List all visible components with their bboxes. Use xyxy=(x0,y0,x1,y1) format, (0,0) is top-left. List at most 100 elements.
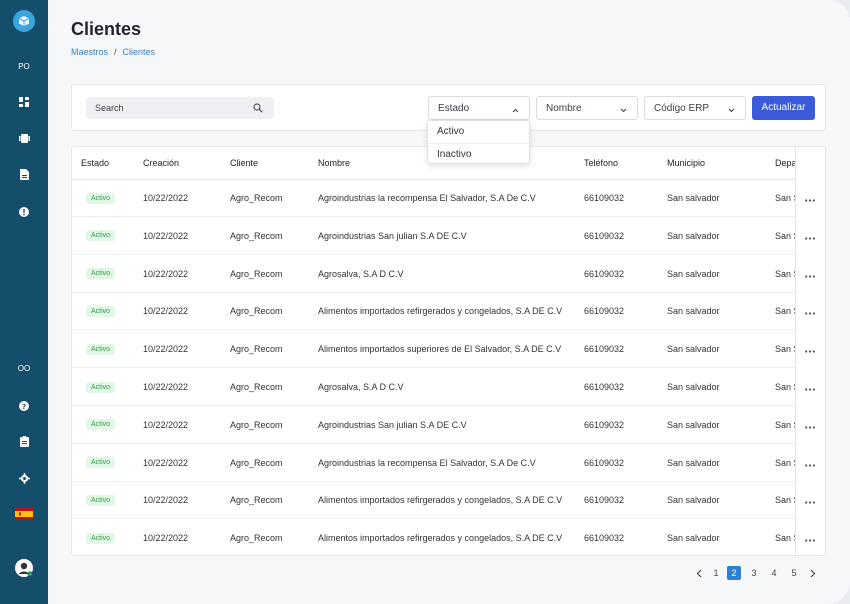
estado-option-inactivo[interactable]: Inactivo xyxy=(428,143,529,165)
cell-telefono: 66109032 xyxy=(584,457,625,468)
document-icon[interactable] xyxy=(0,167,48,181)
gear-icon[interactable] xyxy=(0,471,48,485)
more-actions-icon[interactable] xyxy=(805,192,815,204)
cell-nombre: Alimentos importados refirgerados y cong… xyxy=(318,306,563,317)
app-frame: PO OO ? Clientes Maestros / Clientes Sea… xyxy=(0,0,850,604)
status-badge: Activo xyxy=(86,192,116,204)
more-actions-icon[interactable] xyxy=(805,268,815,280)
cell-creacion: 10/22/2022 xyxy=(143,419,189,430)
cell-nombre: Alimentos importados refirgerados y cong… xyxy=(318,533,563,544)
column-header-nombre[interactable]: Nombre xyxy=(318,147,350,179)
cell-nombre: Agroindustrias San julian S.A DE C.V xyxy=(318,230,467,241)
page-title: Clientes xyxy=(71,19,142,39)
chevron-down-icon xyxy=(620,105,627,116)
cell-creacion: 10/22/2022 xyxy=(143,495,189,506)
more-actions-icon[interactable] xyxy=(805,381,815,393)
dashboard-icon[interactable] xyxy=(0,95,48,109)
help-icon[interactable]: ? xyxy=(0,399,48,413)
cell-municipio: San salvador xyxy=(667,268,720,279)
search-placeholder: Search xyxy=(95,103,124,113)
page-5[interactable]: 5 xyxy=(787,566,801,580)
cell-municipio: San salvador xyxy=(667,419,720,430)
alert-icon[interactable] xyxy=(0,205,48,219)
cell-cliente: Agro_Recom xyxy=(230,306,283,317)
codigo-erp-dropdown[interactable]: Código ERP xyxy=(644,96,746,120)
cell-municipio: San salvador xyxy=(667,306,720,317)
app-logo[interactable] xyxy=(13,10,35,32)
card-icon[interactable] xyxy=(0,131,48,145)
table-row[interactable]: Activo 10/22/2022 Agro_Recom Alimentos impo… xyxy=(72,331,825,369)
cell-cliente: Agro_Recom xyxy=(230,419,283,430)
table-row[interactable]: Activo 10/22/2022 Agro_Recom Agroindustrias… xyxy=(72,407,825,444)
status-badge: Activo xyxy=(86,305,116,317)
cell-estado: Activo xyxy=(86,293,116,329)
table-row[interactable]: Activo 10/22/2022 Agro_Recom Alimentos impo… xyxy=(72,482,825,520)
more-actions-icon[interactable] xyxy=(805,305,815,317)
cell-departamento: San S xyxy=(775,193,795,203)
cell-municipio: San salvador xyxy=(667,533,720,544)
table-row[interactable]: Activo 10/22/2022 Agro_Recom Alimentos impo… xyxy=(72,293,825,331)
page-1[interactable]: 1 xyxy=(709,566,723,580)
sidebar-label-bottom[interactable]: OO xyxy=(0,362,48,374)
breadcrumb-item-maestros[interactable]: Maestros xyxy=(71,47,108,57)
table-row[interactable]: Activo 10/22/2022 Agro_Recom Alimentos impo… xyxy=(72,520,825,555)
svg-text:?: ? xyxy=(22,403,26,411)
cell-nombre: Agrosalva, S.A D C.V xyxy=(318,382,404,392)
column-header-departamento[interactable]: Depa xyxy=(775,147,795,179)
prev-page-icon[interactable] xyxy=(692,566,706,580)
page-4[interactable]: 4 xyxy=(767,566,781,580)
search-icon[interactable] xyxy=(253,103,263,115)
more-actions-icon[interactable] xyxy=(805,343,815,355)
estado-dropdown[interactable]: Estado xyxy=(428,96,530,120)
more-actions-icon[interactable] xyxy=(805,419,815,431)
table-row[interactable]: Activo 10/22/2022 Agro_Recom Agrosalva, S.A… xyxy=(72,369,825,406)
table-row[interactable]: Activo 10/22/2022 Agro_Recom Agroindustrias… xyxy=(72,218,825,255)
table-row[interactable]: Activo 10/22/2022 Agro_Recom Agroindustrias… xyxy=(72,445,825,482)
table-row[interactable]: Activo 10/22/2022 Agro_Recom Agrosalva, S.A… xyxy=(72,256,825,293)
cell-departamento: San S xyxy=(775,495,795,506)
update-button[interactable]: Actualizar xyxy=(752,96,815,120)
column-header-cliente[interactable]: Cliente xyxy=(230,147,258,179)
cell-telefono: 66109032 xyxy=(584,382,625,392)
sidebar-label-top[interactable]: PO xyxy=(0,60,48,72)
page-2[interactable]: 2 xyxy=(727,566,741,580)
search-input[interactable]: Search xyxy=(86,97,274,119)
column-header-municipio[interactable]: Municipio xyxy=(667,147,705,179)
clients-table: Estado Creación Cliente Nombre Teléfono … xyxy=(71,146,826,556)
clipboard-icon[interactable] xyxy=(0,434,48,448)
page-3[interactable]: 3 xyxy=(747,566,761,580)
more-actions-icon[interactable] xyxy=(805,494,815,506)
status-badge: Activo xyxy=(86,230,116,242)
cell-cliente: Agro_Recom xyxy=(230,457,283,468)
column-header-telefono[interactable]: Teléfono xyxy=(584,147,618,179)
column-header-estado[interactable]: Estado xyxy=(81,147,109,179)
cell-creacion: 10/22/2022 xyxy=(143,344,189,355)
more-actions-icon[interactable] xyxy=(805,457,815,469)
column-header-creacion[interactable]: Creación xyxy=(143,147,179,179)
breadcrumb-item-clientes[interactable]: Clientes xyxy=(123,47,156,57)
more-actions-icon[interactable] xyxy=(805,230,815,242)
cell-estado: Activo xyxy=(86,331,116,367)
cell-estado: Activo xyxy=(86,218,116,254)
next-page-icon[interactable] xyxy=(806,566,820,580)
cell-creacion: 10/22/2022 xyxy=(143,230,189,241)
nombre-dropdown[interactable]: Nombre xyxy=(536,96,638,120)
status-badge: Activo xyxy=(86,268,116,280)
cell-nombre: Alimentos importados superiores de El Sa… xyxy=(318,344,562,355)
cell-telefono: 66109032 xyxy=(584,533,625,544)
table-row[interactable]: Activo 10/22/2022 Agro_Recom Agroindustrias… xyxy=(72,180,825,217)
nombre-dropdown-label: Nombre xyxy=(546,103,582,114)
avatar[interactable] xyxy=(0,559,48,577)
cell-municipio: San salvador xyxy=(667,193,720,203)
cell-municipio: San salvador xyxy=(667,495,720,506)
cell-creacion: 10/22/2022 xyxy=(143,382,189,392)
cell-estado: Activo xyxy=(86,407,116,443)
spain-flag-icon[interactable] xyxy=(0,507,48,521)
cell-municipio: San salvador xyxy=(667,230,720,241)
cell-estado: Activo xyxy=(86,520,116,555)
cell-departamento: San S xyxy=(775,419,795,430)
estado-option-activo[interactable]: Activo xyxy=(428,121,529,143)
more-actions-icon[interactable] xyxy=(805,532,815,544)
cell-estado: Activo xyxy=(86,256,116,292)
status-badge: Activo xyxy=(86,343,116,355)
